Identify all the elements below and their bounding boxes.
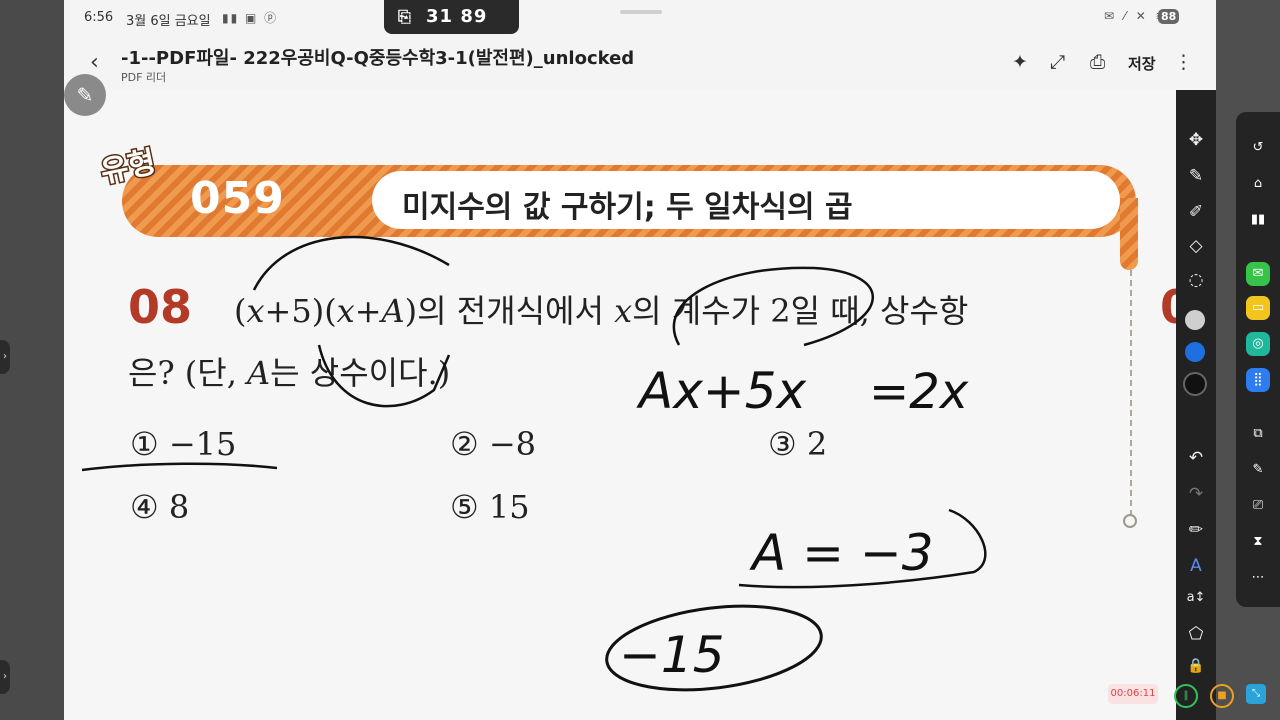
option-2: ② −8	[450, 425, 537, 463]
text-size-icon[interactable]: a↕	[1176, 590, 1216, 605]
text-tool-icon[interactable]: A	[1176, 556, 1216, 576]
status-time: 6:56	[84, 10, 114, 25]
document-settings-icon[interactable]: ⎙	[1090, 51, 1105, 73]
color-swatch-black[interactable]	[1185, 374, 1205, 394]
dock-screenshot-icon[interactable]: ⎚	[1246, 494, 1270, 518]
status-bar: 6:56 3월 6일 금요일 ▮▮ ▣ ⓟ ⎘ 31 89 76 ✉ ⁄ ✕ ≋…	[64, 0, 1216, 61]
dashed-divider	[1130, 270, 1132, 516]
pen-tool-icon[interactable]: ✎	[1176, 166, 1216, 186]
question-text-line1: (𝑥+5)(𝑥+𝐴)의 전개식에서 𝑥의 계수가 2일 때, 상수항	[234, 292, 969, 330]
shapes-icon[interactable]: ⬠	[1176, 624, 1216, 644]
status-date: 3월 6일 금요일	[126, 14, 211, 29]
eraser-tool-icon[interactable]: ◇	[1176, 236, 1216, 256]
recording-controls: 00:06:11 ‖ ■ ⤡	[1108, 678, 1268, 710]
dock-edit-icon[interactable]: ✎	[1246, 458, 1270, 482]
option-1: ① −15	[130, 425, 237, 463]
dock-back-icon[interactable]: ↺	[1246, 136, 1270, 160]
redo-icon[interactable]: ↷	[1176, 484, 1216, 504]
question-text-line2: 은? (단, 𝐴는 상수이다.)	[128, 354, 451, 392]
marker-tool-icon[interactable]: ✐	[1176, 202, 1216, 222]
option-5: ⑤ 15	[450, 488, 530, 526]
section-title: 미지수의 값 구하기; 두 일차식의 곱	[402, 190, 853, 225]
banner-tail	[1120, 198, 1138, 270]
left-gutter: › ›	[0, 0, 64, 720]
color-swatch-gray[interactable]	[1185, 310, 1205, 330]
dock-notes-icon[interactable]: ▭	[1246, 296, 1270, 320]
dock-app-icon[interactable]: ◎	[1246, 332, 1270, 356]
highlighter-icon[interactable]: ✏	[1176, 520, 1216, 540]
option-4: ④ 8	[130, 488, 190, 526]
dock-messages-icon[interactable]: ✉	[1246, 262, 1270, 286]
question-number: 08	[128, 280, 193, 334]
dock-multiwindow-icon[interactable]: ⧉	[1246, 422, 1270, 446]
left-edge-tab-upper[interactable]: ›	[0, 340, 10, 374]
side-app-dock: ↺ ⌂ ▮▮ ✉ ▭ ◎ ⣿ ⧉ ✎ ⎚ ⧗ ⋯	[1236, 112, 1280, 607]
dock-more-icon[interactable]: ⋯	[1246, 566, 1270, 590]
dock-apps-grid-icon[interactable]: ⣿	[1246, 368, 1270, 392]
back-icon[interactable]: ‹	[90, 50, 99, 75]
section-number: 059	[190, 173, 285, 224]
pen-fab-button[interactable]: ✎	[64, 74, 106, 116]
pause-recording-icon[interactable]: ‖	[1174, 684, 1198, 708]
app-bar: ‹ -1--PDF파일- 222우공비Q-Q중등수학3-1(발전편)_unloc…	[64, 36, 1216, 90]
lasso-tool-icon[interactable]: ◌	[1176, 270, 1216, 290]
notification-icons: ▮▮ ▣ ⓟ	[222, 11, 279, 25]
app-name: PDF 리더	[121, 71, 167, 84]
dock-timer-icon[interactable]: ⧗	[1246, 530, 1270, 554]
dock-home-icon[interactable]: ⌂	[1246, 172, 1270, 196]
drag-handle[interactable]	[620, 10, 662, 14]
more-icon[interactable]: ⋮	[1174, 51, 1193, 73]
magic-icon[interactable]: ✦	[1012, 51, 1028, 73]
undo-icon[interactable]: ↶	[1176, 448, 1216, 468]
divider-end-circle	[1123, 514, 1137, 528]
stop-recording-icon[interactable]: ■	[1210, 684, 1234, 708]
recording-timer: 00:06:11	[1108, 684, 1158, 704]
shrink-recorder-icon[interactable]: ⤡	[1246, 684, 1266, 704]
lock-icon[interactable]: 🔒	[1176, 658, 1216, 674]
save-button[interactable]: 저장	[1128, 53, 1156, 74]
dock-recents-icon[interactable]: ▮▮	[1246, 208, 1270, 232]
share-icon: ⎘	[398, 7, 411, 26]
pdf-page[interactable]: 059 미지수의 값 구하기; 두 일차식의 곱 유형 08 (𝑥+5)(𝑥+𝐴…	[64, 90, 1192, 720]
tablet-screen: 6:56 3월 6일 금요일 ▮▮ ▣ ⓟ ⎘ 31 89 76 ✉ ⁄ ✕ ≋…	[64, 0, 1216, 720]
section-banner: 059 미지수의 값 구하기; 두 일차식의 곱	[122, 165, 1136, 237]
battery-indicator: 88	[1158, 9, 1180, 24]
expand-icon[interactable]: ⤢	[1050, 51, 1065, 73]
option-3: ③ 2	[768, 425, 828, 463]
move-tool-icon[interactable]: ✥	[1176, 130, 1216, 150]
left-edge-tab-lower[interactable]: ›	[0, 660, 10, 694]
document-title: -1--PDF파일- 222우공비Q-Q중등수학3-1(발전편)_unlocke…	[121, 48, 635, 69]
pen-toolbar: ✥ ✎ ✐ ◇ ◌ ↶ ↷ ✏ A a↕ ⬠ 🔒	[1176, 90, 1216, 720]
screen-share-pill[interactable]: ⎘ 31 89 76	[384, 0, 519, 61]
color-swatch-blue[interactable]	[1185, 342, 1205, 362]
